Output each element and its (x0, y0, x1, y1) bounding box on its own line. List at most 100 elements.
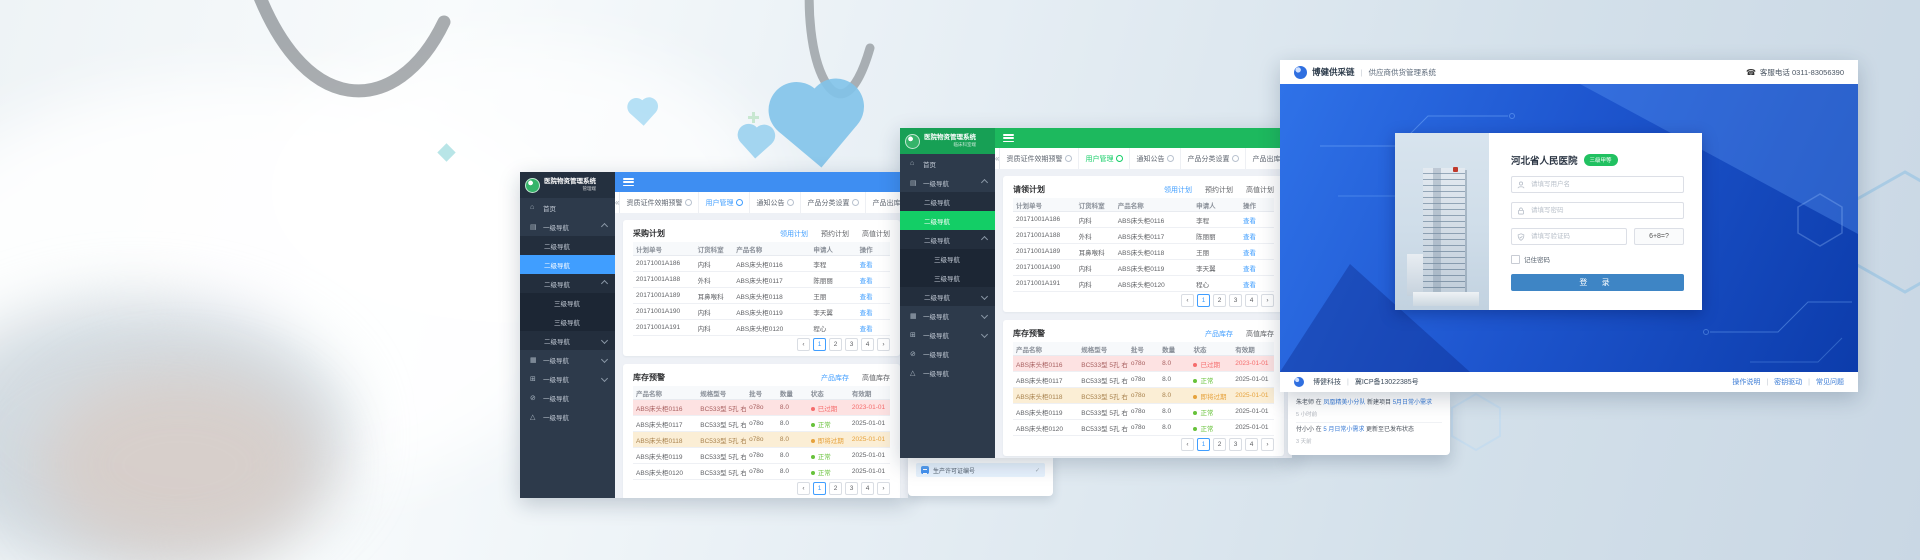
view-link[interactable]: 查看 (860, 262, 873, 269)
page-2[interactable]: 2 (829, 338, 842, 351)
footer-link-help[interactable]: 操作说明 (1732, 377, 1760, 387)
view-link[interactable]: 查看 (1243, 282, 1256, 289)
tab-2[interactable]: 通知公告 (1130, 148, 1181, 169)
sidebar-item-10[interactable]: ⊘一级导航 (520, 388, 615, 407)
header-link-0[interactable]: 产品库存 (821, 373, 849, 383)
header-link-1[interactable]: 预约计划 (1205, 185, 1233, 195)
header-link-0[interactable]: 领用计划 (1164, 185, 1192, 195)
table-cell: ABS床头柜0120 (1115, 276, 1193, 292)
page-1[interactable]: 1 (813, 482, 826, 495)
table-cell: BC533型 5孔 右 (1078, 372, 1128, 388)
table-cell: 2025-01-01 (849, 432, 890, 448)
sidebar-item-0[interactable]: ⌂首页 (900, 154, 995, 173)
header-link-0[interactable]: 产品库存 (1205, 329, 1233, 339)
page-1[interactable]: 1 (813, 338, 826, 351)
sidebar-item-8[interactable]: ▦一级导航 (520, 350, 615, 369)
table-cell: 查看 (857, 256, 890, 272)
next-page-button[interactable]: › (1261, 438, 1274, 451)
prev-page-button[interactable]: ‹ (1181, 438, 1194, 451)
footer-link-keydriver[interactable]: 密钥驱动 (1774, 377, 1802, 387)
sidebar-item-7[interactable]: 二级导航 (520, 331, 615, 350)
sidebar-item-11[interactable]: △一级导航 (900, 363, 995, 382)
sidebar-item-2[interactable]: 二级导航 (900, 192, 995, 211)
sidebar-item-1[interactable]: ▤一级导航 (900, 173, 995, 192)
feed-link[interactable]: 5月日常小需求 (1393, 400, 1432, 406)
tab-1[interactable]: 用户管理 (699, 192, 750, 213)
page-4[interactable]: 4 (861, 482, 874, 495)
menu-toggle-icon[interactable] (623, 178, 634, 186)
page-3[interactable]: 3 (845, 338, 858, 351)
prev-page-button[interactable]: ‹ (797, 482, 810, 495)
header-link-1[interactable]: 预约计划 (821, 229, 849, 239)
sidebar-item-6[interactable]: 三级导航 (900, 268, 995, 287)
page-2[interactable]: 2 (1213, 294, 1226, 307)
sidebar-item-10[interactable]: ⊘一级导航 (900, 344, 995, 363)
license-list-item[interactable]: 生产许可证编号 ✓ (916, 463, 1045, 477)
view-link[interactable]: 查看 (860, 294, 873, 301)
prev-page-button[interactable]: ‹ (797, 338, 810, 351)
captcha-field[interactable] (1511, 228, 1627, 245)
page-1[interactable]: 1 (1197, 294, 1210, 307)
page-3[interactable]: 3 (1229, 294, 1242, 307)
sidebar-item-5[interactable]: 三级导航 (520, 293, 615, 312)
page-1[interactable]: 1 (1197, 438, 1210, 451)
page-4[interactable]: 4 (1245, 438, 1258, 451)
view-link[interactable]: 查看 (1243, 218, 1256, 225)
view-link[interactable]: 查看 (1243, 234, 1256, 241)
remember-checkbox[interactable] (1511, 255, 1520, 264)
feed-link[interactable]: 5 月日常小需求 (1323, 427, 1364, 433)
sidebar-item-7[interactable]: 二级导航 (900, 287, 995, 306)
password-field[interactable] (1511, 202, 1684, 219)
sidebar-item-4[interactable]: 二级导航 (900, 230, 995, 249)
sidebar-item-4[interactable]: 二级导航 (520, 274, 615, 293)
sidebar-item-3[interactable]: 二级导航 (900, 211, 995, 230)
prev-page-button[interactable]: ‹ (1181, 294, 1194, 307)
view-link[interactable]: 查看 (860, 326, 873, 333)
tab-0[interactable]: 资质证件效期预警 (1000, 148, 1079, 169)
username-field[interactable] (1511, 176, 1684, 193)
sidebar-item-11[interactable]: △一级导航 (520, 407, 615, 426)
sidebar-item-0[interactable]: ⌂首页 (520, 198, 615, 217)
sidebar-item-8[interactable]: ▦一级导航 (900, 306, 995, 325)
sidebar-item-6[interactable]: 三级导航 (520, 312, 615, 331)
page-4[interactable]: 4 (861, 338, 874, 351)
header-link-1[interactable]: 高值库存 (1246, 329, 1274, 339)
tab-2[interactable]: 通知公告 (750, 192, 801, 213)
password-input[interactable] (1529, 206, 1678, 215)
sidebar-item-1[interactable]: ▤一级导航 (520, 217, 615, 236)
tab-0[interactable]: 资质证件效期预警 (620, 192, 699, 213)
menu-toggle-icon[interactable] (1003, 134, 1014, 142)
captcha-input[interactable] (1529, 232, 1621, 241)
next-page-button[interactable]: › (877, 482, 890, 495)
page-4[interactable]: 4 (1245, 294, 1258, 307)
view-link[interactable]: 查看 (1243, 266, 1256, 273)
view-link[interactable]: 查看 (1243, 250, 1256, 257)
status-badge: 正常 (1193, 410, 1213, 417)
page-2[interactable]: 2 (829, 482, 842, 495)
view-link[interactable]: 查看 (860, 278, 873, 285)
footer-link-faq[interactable]: 常见问题 (1816, 377, 1844, 387)
header-link-2[interactable]: 高值计划 (862, 229, 890, 239)
tab-1[interactable]: 用户管理 (1079, 148, 1130, 169)
next-page-button[interactable]: › (877, 338, 890, 351)
login-button[interactable]: 登 录 (1511, 274, 1684, 291)
tab-3[interactable]: 产品分类设置 (1181, 148, 1246, 169)
sidebar-item-2[interactable]: 二级导航 (520, 236, 615, 255)
page-3[interactable]: 3 (845, 482, 858, 495)
next-page-button[interactable]: › (1261, 294, 1274, 307)
sidebar-item-9[interactable]: ⊞一级导航 (900, 325, 995, 344)
view-link[interactable]: 查看 (860, 310, 873, 317)
username-input[interactable] (1529, 180, 1678, 189)
feed-link[interactable]: 凤凰精美小分队 (1323, 400, 1365, 406)
header-link-0[interactable]: 领用计划 (780, 229, 808, 239)
header-link-1[interactable]: 高值库存 (862, 373, 890, 383)
sidebar-item-9[interactable]: ⊞一级导航 (520, 369, 615, 388)
header-link-2[interactable]: 高值计划 (1246, 185, 1274, 195)
page-2[interactable]: 2 (1213, 438, 1226, 451)
sidebar-item-3[interactable]: 二级导航 (520, 255, 615, 274)
sidebar-item-5[interactable]: 三级导航 (900, 249, 995, 268)
page-3[interactable]: 3 (1229, 438, 1242, 451)
tab-3[interactable]: 产品分类设置 (801, 192, 866, 213)
table-cell: 2025-01-01 (1232, 372, 1274, 388)
captcha-challenge[interactable]: 6+8=? (1634, 228, 1684, 245)
